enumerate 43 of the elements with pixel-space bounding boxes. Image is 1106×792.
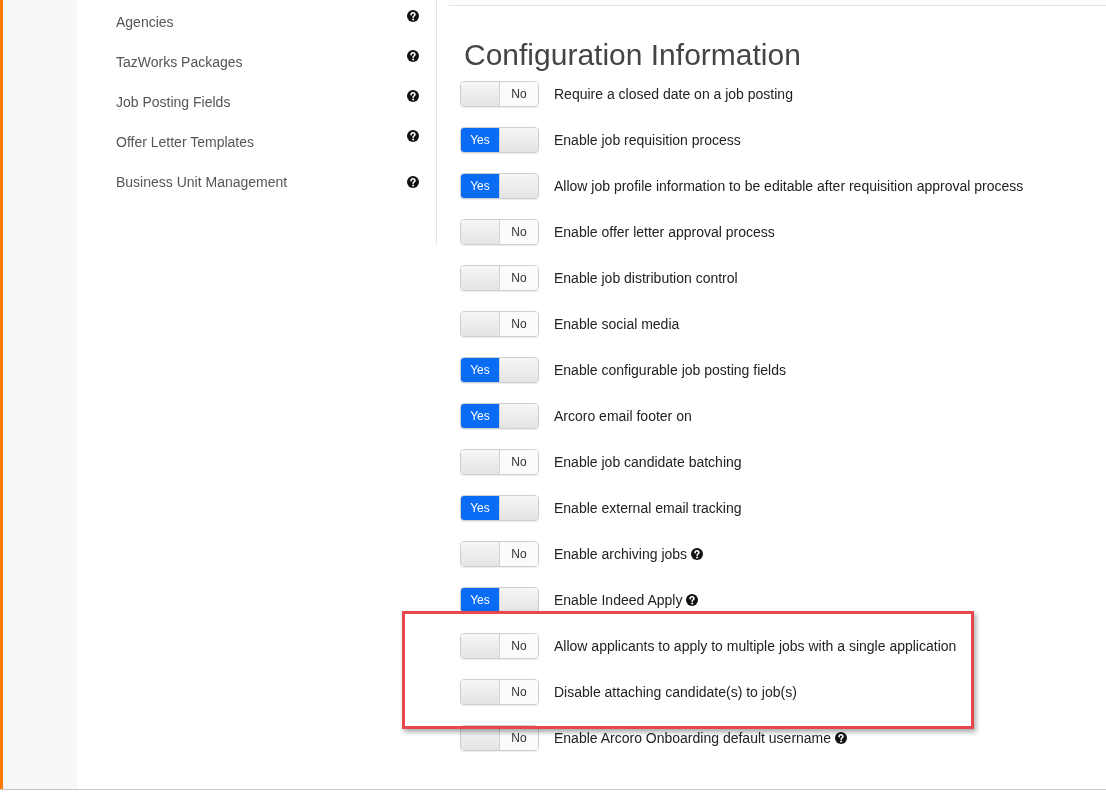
toggle-switch[interactable]: No [460,633,539,659]
help-icon[interactable] [691,548,704,560]
setting-label: Enable Arcoro Onboarding default username [554,730,832,746]
toggle-switch[interactable]: Yes [460,127,539,153]
setting-label: Enable Indeed Apply [554,592,683,608]
toggle-switch[interactable]: No [460,81,539,107]
help-icon[interactable] [686,594,699,606]
setting-label: Enable archiving jobs [554,546,688,562]
toggle-switch[interactable]: Yes [460,403,539,429]
setting-label: Enable external email tracking [554,500,742,516]
sidebar-link[interactable]: TazWorks Packages [116,54,243,70]
setting-label: Disable attaching candidate(s) to job(s) [554,684,797,700]
help-icon[interactable] [407,176,419,188]
sidebar-link[interactable]: Job Posting Fields [116,94,231,110]
toggle-switch[interactable]: No [460,265,539,291]
sidebar-link[interactable]: Agencies [116,14,174,30]
sidebar-link[interactable]: Business Unit Management [116,174,288,190]
toggle-switch[interactable]: Yes [460,495,539,521]
toggle-switch[interactable]: No [460,541,539,567]
toggle-switch[interactable]: No [460,311,539,337]
setting-label: Enable configurable job posting fields [554,362,786,378]
help-icon[interactable] [407,10,419,22]
setting-label: Require a closed date on a job posting [554,86,793,102]
toggle-switch[interactable]: No [460,449,539,475]
help-icon[interactable] [407,130,419,142]
setting-label: Enable job candidate batching [554,454,742,470]
setting-label: Enable job distribution control [554,270,738,286]
setting-label: Enable job requisition process [554,132,741,148]
toggle-switch[interactable]: No [460,679,539,705]
help-icon[interactable] [835,732,848,744]
setting-label: Allow applicants to apply to multiple jobs with a single application [554,638,957,654]
toggle-switch[interactable]: Yes [460,173,539,199]
toggle-switch[interactable]: No [460,219,539,245]
toggle-switch[interactable]: Yes [460,357,539,383]
section-title: Configuration Information [464,38,802,71]
help-icon[interactable] [407,90,419,102]
setting-label: Enable social media [554,316,680,332]
sidebar-link[interactable]: Offer Letter Templates [116,134,254,150]
setting-label: Arcoro email footer on [554,408,692,424]
setting-label: Allow job profile information to be editable after requisition approval process [554,178,1024,194]
help-icon[interactable] [407,50,419,62]
toggle-switch[interactable]: Yes [460,587,539,613]
setting-label: Enable offer letter approval process [554,224,775,240]
